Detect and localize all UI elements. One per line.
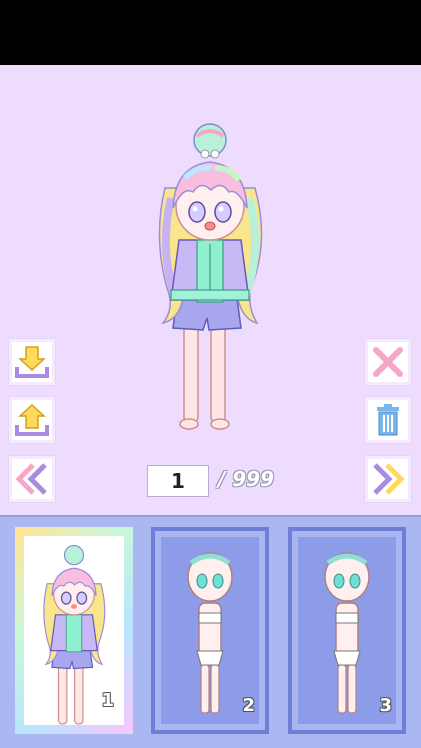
- character-slot-3[interactable]: 3: [288, 527, 406, 734]
- character-preview: [158, 123, 263, 430]
- save-button[interactable]: [9, 339, 55, 385]
- double-chevron-right-icon: [373, 463, 405, 495]
- close-button[interactable]: [365, 339, 411, 385]
- character-slot-1[interactable]: 1: [15, 527, 133, 734]
- download-icon: [15, 346, 49, 378]
- double-chevron-left-icon: [15, 463, 47, 495]
- slot-number: 3: [379, 695, 392, 716]
- slot-3-base-figure: [324, 552, 370, 714]
- status-bar: [0, 0, 421, 65]
- slot-number: 2: [242, 695, 255, 716]
- upload-icon: [15, 403, 49, 436]
- page-number-input[interactable]: 1: [147, 465, 209, 497]
- next-page-button[interactable]: [365, 456, 411, 502]
- load-button[interactable]: [9, 397, 55, 443]
- slot-number: 1: [101, 690, 114, 711]
- slot-2-base-figure: [187, 552, 233, 714]
- close-icon: [373, 347, 403, 377]
- trash-icon: [377, 404, 399, 436]
- page-total-label: / 999: [218, 467, 275, 491]
- delete-button[interactable]: [365, 397, 411, 443]
- page-counter: 1 / 999: [147, 465, 287, 499]
- character-slot-2[interactable]: 2: [151, 527, 269, 734]
- previous-page-button[interactable]: [9, 456, 55, 502]
